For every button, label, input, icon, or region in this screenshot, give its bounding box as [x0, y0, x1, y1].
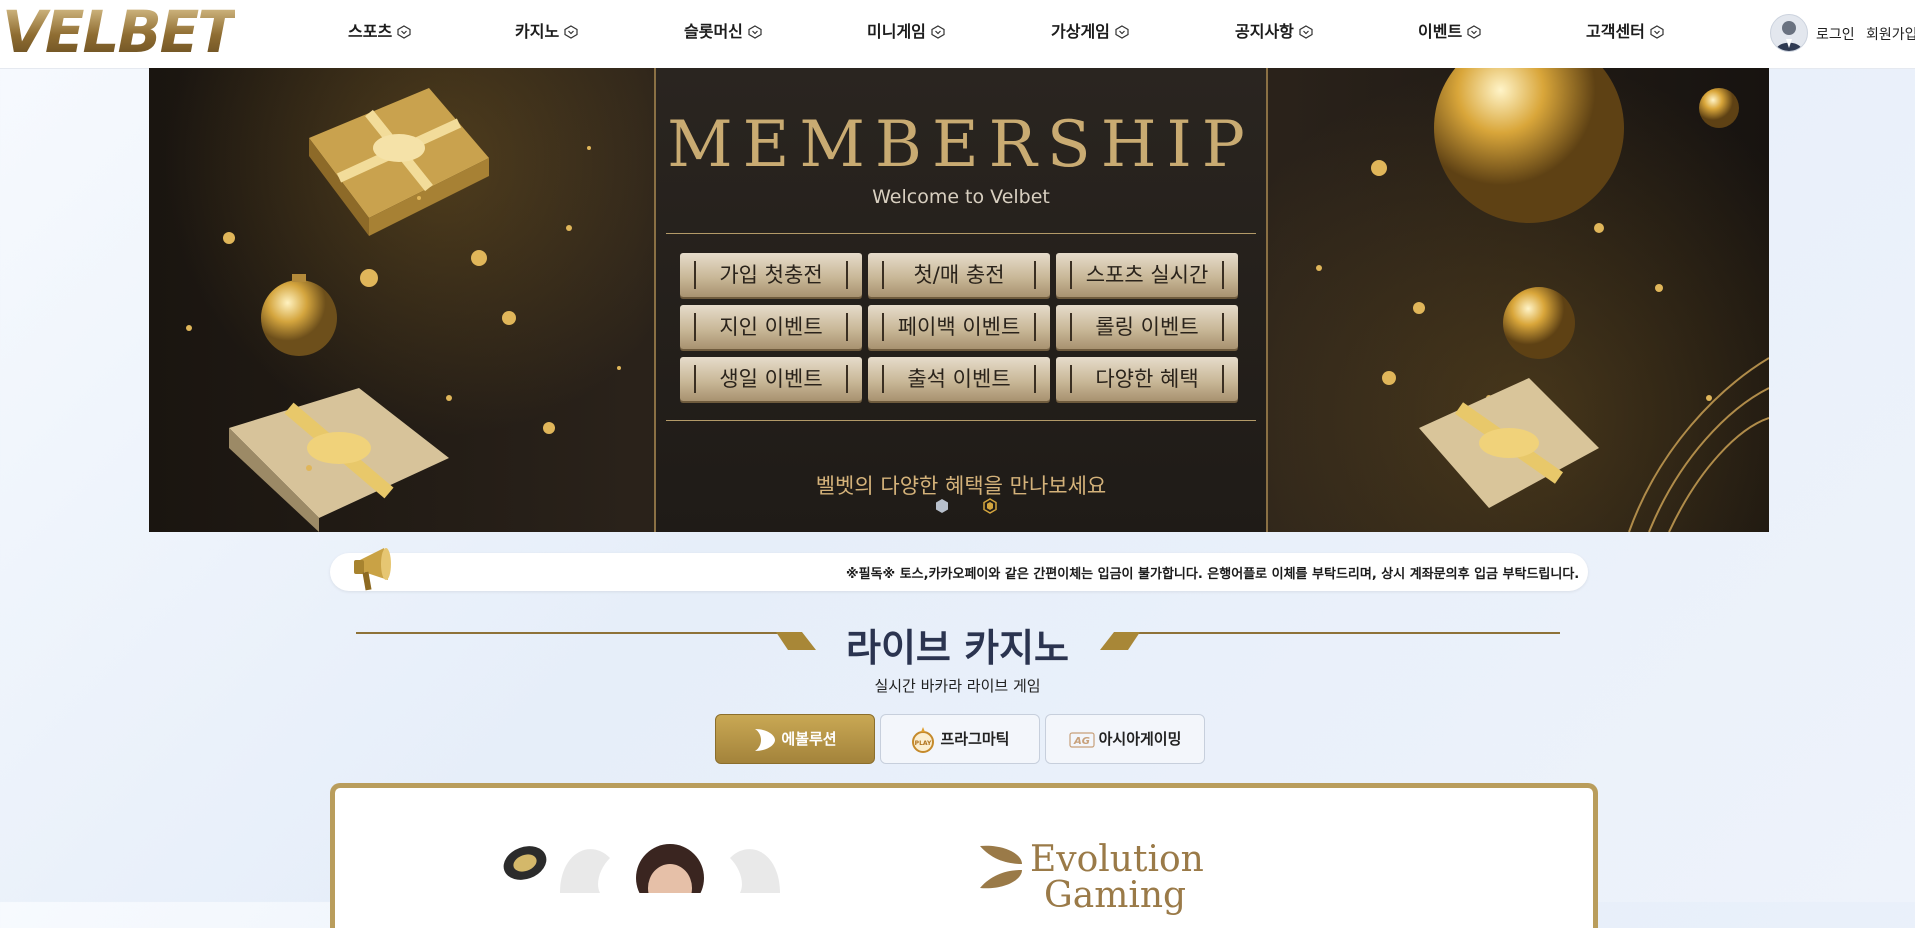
svg-text:AG: AG — [1073, 736, 1090, 747]
join-link[interactable]: 회원가입 — [1866, 24, 1915, 44]
benefit-attendance[interactable]: 출석 이벤트 — [868, 357, 1050, 401]
benefit-rolling[interactable]: 롤링 이벤트 — [1056, 305, 1238, 349]
evolution-gaming-logo-text: Evolution Gaming — [1030, 842, 1204, 914]
brand-line-2: Gaming — [1044, 875, 1187, 916]
slide-dot-active[interactable] — [982, 498, 998, 514]
nav-item-event[interactable]: 이벤트 — [1418, 0, 1481, 68]
nav-item-slot[interactable]: 슬롯머신 — [684, 0, 762, 68]
benefit-every-deposit[interactable]: 첫/매 충전 — [868, 253, 1050, 297]
slide-dot[interactable] — [934, 498, 950, 514]
nav-label: 이벤트 — [1418, 22, 1463, 41]
chevron-down-icon — [1299, 25, 1313, 39]
nav-label: 미니게임 — [867, 22, 926, 41]
banner-title: MEMBERSHIP — [667, 108, 1255, 182]
tab-asia-gaming[interactable]: AG 아시아게이밍 — [1045, 714, 1205, 764]
tab-evolution[interactable]: 에볼루션 — [715, 714, 875, 764]
nav-label: 슬롯머신 — [684, 22, 743, 41]
chevron-down-icon — [1115, 25, 1129, 39]
membership-panel: MEMBERSHIP Welcome to Velbet 가입 첫충전 첫/매 … — [654, 68, 1268, 532]
benefit-first-deposit[interactable]: 가입 첫충전 — [680, 253, 862, 297]
tab-label: 프라그마틱 — [940, 730, 1010, 748]
nav-item-notice[interactable]: 공지사항 — [1235, 0, 1313, 68]
tab-label: 아시아게이밍 — [1098, 730, 1182, 748]
ag-icon: AG — [1068, 731, 1095, 748]
chevron-down-icon — [748, 25, 762, 39]
benefit-various[interactable]: 다양한 혜택 — [1056, 357, 1238, 401]
svg-text:PLAY: PLAY — [915, 740, 932, 747]
chevron-down-icon — [931, 25, 945, 39]
main-nav: 스포츠 카지노 슬롯머신 미니게임 가상게임 공지사항 이벤트 고객센터 — [300, 0, 1680, 68]
sparkle-pattern — [1316, 68, 1769, 532]
evolution-logo-icon — [980, 845, 1022, 889]
avatar[interactable] — [1770, 14, 1808, 52]
notice-text: ※필독※ 토스,카카오페이와 같은 간편이체는 입금이 불가합니다. 은행어플로… — [846, 567, 1580, 582]
brand-line-1: Evolution — [1030, 839, 1204, 880]
chevron-down-icon — [564, 25, 578, 39]
divider — [666, 420, 1256, 421]
nav-label: 가상게임 — [1051, 22, 1110, 41]
banner-subtitle: Welcome to Velbet — [872, 186, 1050, 208]
notice-ticker: ※필독※ 토스,카카오페이와 같은 간편이체는 입금이 불가합니다. 은행어플로… — [330, 553, 1588, 591]
hero-banner: MEMBERSHIP Welcome to Velbet 가입 첫충전 첫/매 … — [149, 68, 1769, 532]
top-header: VELBET 스포츠 카지노 슬롯머신 미니게임 가상게임 공지사항 이벤트 고… — [0, 0, 1915, 69]
chevron-down-icon — [397, 25, 411, 39]
nav-item-virtual[interactable]: 가상게임 — [1051, 0, 1129, 68]
chevron-down-icon — [1650, 25, 1664, 39]
nav-item-sports[interactable]: 스포츠 — [348, 0, 411, 68]
sparkle-pattern — [186, 146, 621, 471]
login-link[interactable]: 로그인 — [1816, 24, 1855, 44]
evolution-leaf-icon — [755, 728, 776, 751]
section-title: 라이브 카지노 — [846, 626, 1069, 670]
nav-item-minigame[interactable]: 미니게임 — [867, 0, 945, 68]
site-logo[interactable]: VELBET — [2, 3, 237, 61]
section-subtitle: 실시간 바카라 라이브 게임 — [874, 677, 1041, 695]
tab-label: 에볼루션 — [781, 730, 837, 748]
nav-item-casino[interactable]: 카지노 — [515, 0, 578, 68]
banner-caption: 벨벳의 다양한 혜택을 만나보세요 — [815, 474, 1107, 498]
pragmatic-play-icon: PLAY — [912, 726, 935, 753]
nav-item-support[interactable]: 고객센터 — [1586, 0, 1664, 68]
user-icon — [1776, 21, 1802, 51]
benefit-referral[interactable]: 지인 이벤트 — [680, 305, 862, 349]
megaphone-icon — [354, 548, 391, 591]
nav-label: 스포츠 — [348, 22, 393, 41]
nav-label: 고객센터 — [1586, 22, 1645, 41]
divider — [666, 233, 1256, 234]
benefit-payback[interactable]: 페이백 이벤트 — [868, 305, 1050, 349]
nav-label: 공지사항 — [1235, 22, 1294, 41]
tab-pragmatic[interactable]: PLAY 프라그마틱 — [880, 714, 1040, 764]
nav-label: 카지노 — [515, 22, 560, 41]
benefit-birthday[interactable]: 생일 이벤트 — [680, 357, 862, 401]
live-casino-card[interactable] — [330, 783, 1598, 928]
dealer-image — [560, 844, 780, 893]
benefit-sports-live[interactable]: 스포츠 실시간 — [1056, 253, 1238, 297]
chevron-down-icon — [1467, 25, 1481, 39]
